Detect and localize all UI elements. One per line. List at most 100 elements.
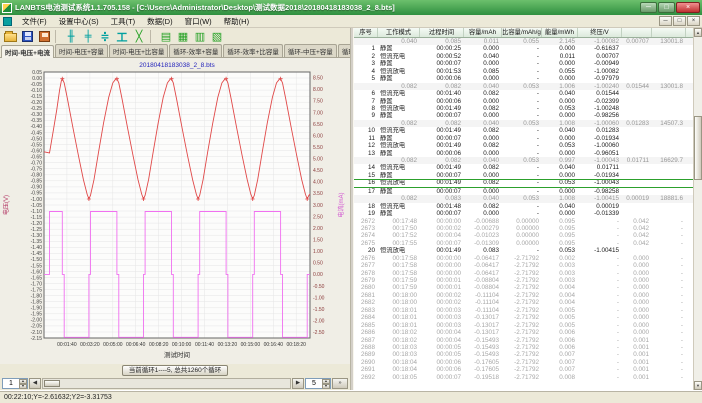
selected-process-row[interactable]: 16恒流放电00:01:490.082-0.053-1.00043	[354, 179, 693, 187]
record-row[interactable]: 268500:18:0100:00:03-0.13017-2.717920.00…	[354, 322, 693, 329]
close-view-button[interactable]: ╳	[131, 29, 147, 44]
process-row[interactable]: 6恒流充电00:01:400.082-0.0400.01544	[354, 90, 693, 97]
process-row[interactable]: 19静置00:00:070.000-0.000-0.01339	[354, 210, 693, 217]
record-row[interactable]: 269200:18:0500:00:07-0.19518-2.717920.00…	[354, 374, 693, 381]
jump-button[interactable]: »	[332, 378, 348, 389]
minimize-button[interactable]: ─	[640, 2, 657, 13]
record-row[interactable]: 268200:18:0000:00:02-0.11104-2.717920.00…	[354, 299, 693, 306]
menu-item-4[interactable]: 窗口(W)	[179, 15, 218, 28]
process-row[interactable]: 7静置00:00:060.000-0.000-0.02399	[354, 98, 693, 105]
maximize-button[interactable]: □	[658, 2, 675, 13]
mdi-close-button[interactable]: ×	[687, 16, 700, 26]
cycle-range-button[interactable]: 当前循环1----5, 总共1260个循环	[122, 365, 228, 376]
tab-time-voltage-current[interactable]: 时间-电压+电流	[1, 45, 54, 58]
tab-cycle-efficiency-capacity[interactable]: 循环-效率+容量	[169, 44, 222, 57]
cycle-summary-row[interactable]: 0.0400.0850.0110.0552.145-1.000820.00707…	[354, 38, 693, 45]
open-file-button[interactable]	[2, 29, 18, 44]
save-button[interactable]	[19, 29, 35, 44]
summary-view-button[interactable]: ▥	[192, 29, 208, 44]
cycle-scrollbar[interactable]	[42, 378, 291, 389]
grid-column-header-0[interactable]: 序号	[354, 28, 378, 37]
record-row[interactable]: 267300:17:5000:00:02-0.002790.000000.095…	[354, 225, 693, 232]
record-row[interactable]: 268700:18:0200:00:04-0.15493-2.717920.00…	[354, 337, 693, 344]
record-row[interactable]: 268800:18:0300:00:05-0.15493-2.717920.00…	[354, 344, 693, 351]
grid-column-header-4[interactable]: 比容量/mAh/g	[502, 28, 542, 37]
record-row[interactable]: 268600:18:0200:00:04-0.13017-2.717920.00…	[354, 329, 693, 336]
start-cycle-spinner[interactable]: 1 ▲▼	[2, 378, 28, 389]
scroll-up-icon[interactable]: ▲	[694, 28, 702, 37]
close-button[interactable]: ×	[676, 2, 700, 13]
process-row[interactable]: 1静置00:00:250.000-0.000-0.61637	[354, 45, 693, 52]
process-row[interactable]: 13静置00:00:060.000-0.000-0.96051	[354, 150, 693, 157]
process-row[interactable]: 15静置00:00:070.000-0.000-0.01934	[354, 172, 693, 179]
record-row[interactable]: 268100:18:0000:00:02-0.11104-2.717920.00…	[354, 292, 693, 299]
process-row[interactable]: 11静置00:00:070.000-0.000-0.01934	[354, 135, 693, 142]
record-row[interactable]: 268000:17:5900:00:01-0.08804-2.717920.00…	[354, 284, 693, 291]
list-view-button[interactable]: ▤	[158, 29, 174, 44]
record-row[interactable]: 267500:17:5500:00:07-0.013090.000000.095…	[354, 240, 693, 247]
process-row[interactable]: 9静置00:00:070.000-0.000-0.98256	[354, 112, 693, 119]
tab-cycle-efficiency-specific-capacity[interactable]: 循环-效率+比容量	[223, 44, 282, 57]
grid-column-header-1[interactable]: 工作模式	[378, 28, 420, 37]
record-row[interactable]: 267800:17:5800:00:00-0.06417-2.717920.00…	[354, 270, 693, 277]
spin-down-icon[interactable]: ▼	[322, 384, 330, 389]
cycle-summary-row[interactable]: 0.0820.0820.0400.0531.006-1.002400.01544…	[354, 83, 693, 90]
start-cycle-value[interactable]: 1	[3, 379, 19, 388]
menu-item-0[interactable]: 文件(F)	[16, 15, 53, 28]
tab-cycle-median-voltage-capacity[interactable]: 循环-中压+容量	[284, 44, 337, 57]
grid-scrollbar[interactable]: ▲ ▼	[693, 28, 702, 390]
end-cycle-value[interactable]: 5	[306, 379, 322, 388]
record-row[interactable]: 267600:17:5800:00:00-0.06417-2.717920.00…	[354, 255, 693, 262]
cycle-summary-row[interactable]: 0.0820.0820.0400.0531.008-1.000600.01283…	[354, 120, 693, 127]
menu-item-2[interactable]: 工具(T)	[105, 15, 142, 28]
process-row[interactable]: 4恒流放电00:01:530.085-0.055-1.00082	[354, 68, 693, 75]
mdi-restore-button[interactable]: □	[673, 16, 686, 26]
menu-item-3[interactable]: 数据(D)	[141, 15, 178, 28]
scroll-down-icon[interactable]: ▼	[694, 381, 702, 390]
process-row[interactable]: 10恒流充电00:01:490.082-0.0400.01283	[354, 127, 693, 134]
cycle-scrollbar-thumb[interactable]	[44, 380, 60, 387]
record-row[interactable]: 267700:17:5800:00:00-0.06417-2.717920.00…	[354, 262, 693, 269]
end-cycle-spinner[interactable]: 5 ▲▼	[305, 378, 331, 389]
record-row[interactable]: 269000:18:0400:00:06-0.17605-2.717920.00…	[354, 359, 693, 366]
process-row[interactable]: 3静置00:00:070.000-0.000-0.00949	[354, 60, 693, 67]
prev-page-button[interactable]: ◀	[29, 378, 41, 389]
cycle-summary-row[interactable]: 0.0820.0820.0400.0530.997-1.000430.01711…	[354, 157, 693, 164]
record-row[interactable]: 268900:18:0300:00:05-0.15493-2.717920.00…	[354, 351, 693, 358]
channel-layout-button[interactable]: ╫	[63, 29, 79, 44]
process-row[interactable]: 18恒流充电00:01:480.082-0.0400.00019	[354, 203, 693, 210]
chart-svg[interactable]: 0.050.00-0.05-0.10-0.15-0.20-0.25-0.30-0…	[0, 58, 350, 364]
grid-column-header-8[interactable]	[652, 28, 686, 37]
grid-column-header-7[interactable]	[622, 28, 652, 37]
next-page-button[interactable]: ▶	[292, 378, 304, 389]
process-row[interactable]: 8恒流放电00:01:490.082-0.053-1.00248	[354, 105, 693, 112]
process-row[interactable]: 17静置00:00:070.000-0.000-0.98258	[354, 188, 693, 195]
record-row[interactable]: 268300:18:0100:00:03-0.11104-2.717920.00…	[354, 307, 693, 314]
grid-column-header-3[interactable]: 容量/mAh	[464, 28, 502, 37]
grid-column-header-6[interactable]: 终压/V	[578, 28, 622, 37]
data-align-button[interactable]: ≑	[97, 29, 113, 44]
menu-item-5[interactable]: 帮助(H)	[218, 15, 255, 28]
detail-view-button[interactable]: ▦	[175, 29, 191, 44]
grid-column-header-5[interactable]: 能量/mWh	[542, 28, 578, 37]
grid-scrollbar-thumb[interactable]	[694, 116, 702, 180]
report-view-button[interactable]: ▧	[209, 29, 225, 44]
record-row[interactable]: 267900:17:5900:00:01-0.08804-2.717920.00…	[354, 277, 693, 284]
menu-item-1[interactable]: 设置中心(S)	[53, 15, 105, 28]
process-row[interactable]: 20恒流放电00:01:490.083-0.053-1.00415	[354, 247, 693, 254]
tab-time-voltage-capacity[interactable]: 时间-电压+容量	[55, 44, 108, 57]
mdi-minimize-button[interactable]: ─	[659, 16, 672, 26]
process-row[interactable]: 5静置00:00:060.000-0.000-0.97979	[354, 75, 693, 82]
grid-column-header-2[interactable]: 过程时间	[420, 28, 464, 37]
tab-time-voltage-specific-capacity[interactable]: 时间-电压+比容量	[109, 44, 168, 57]
process-row[interactable]: 14恒流充电00:01:490.082-0.0400.01711	[354, 164, 693, 171]
tools-button[interactable]: 工	[114, 29, 130, 44]
record-row[interactable]: 269100:18:0400:00:06-0.17605-2.717920.00…	[354, 366, 693, 373]
cycle-summary-row[interactable]: 0.0820.0830.0400.0531.008-1.004150.00019…	[354, 195, 693, 202]
record-row[interactable]: 267200:17:4800:00:00-0.006880.000000.095…	[354, 218, 693, 225]
record-row[interactable]: 267400:17:5200:00:04-0.010230.000000.095…	[354, 232, 693, 239]
process-row[interactable]: 12恒流放电00:01:490.082-0.053-1.00060	[354, 142, 693, 149]
title-bar[interactable]: LANBTS电池测试系统1.1.705.158 - [C:\Users\Admi…	[0, 0, 702, 15]
record-row[interactable]: 268400:18:0100:00:03-0.13017-2.717920.00…	[354, 314, 693, 321]
channel-compare-button[interactable]: ╪	[80, 29, 96, 44]
